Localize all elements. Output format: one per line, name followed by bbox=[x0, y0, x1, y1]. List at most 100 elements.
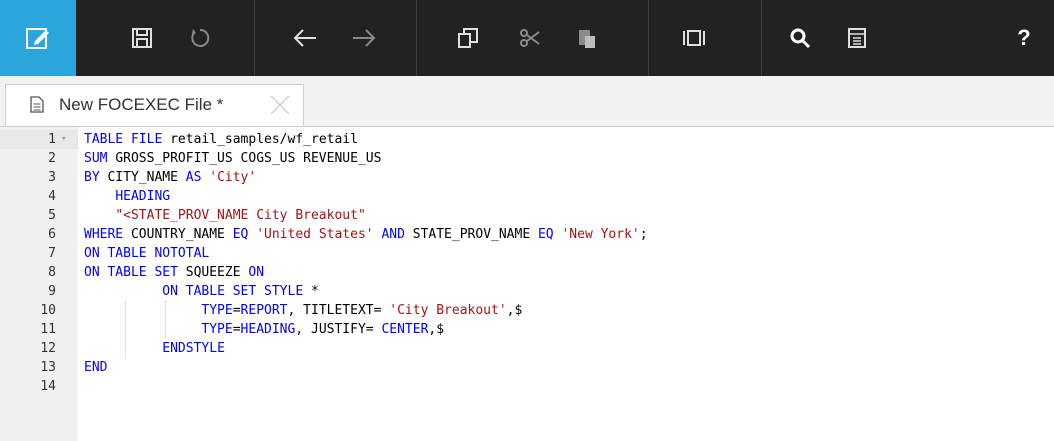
code-text: WHERE COUNTRY_NAME EQ 'United States' AN… bbox=[84, 225, 648, 244]
code-token: = bbox=[232, 303, 241, 318]
file-icon bbox=[30, 96, 44, 113]
toolbar: ? bbox=[0, 0, 1054, 76]
code-token: GROSS_PROFIT_US COGS_US REVENUE_US bbox=[115, 151, 382, 166]
string-token: 'New York' bbox=[561, 227, 640, 242]
code-text: ON TABLE NOTOTAL bbox=[84, 244, 209, 263]
code-token: SQUEEZE bbox=[185, 265, 241, 280]
keyword-token: ON TABLE SET STYLE bbox=[162, 284, 304, 299]
code-line[interactable]: 11 TYPE=HEADING, JUSTIFY= CENTER,$ bbox=[0, 320, 1054, 339]
code-line[interactable]: 14 bbox=[0, 377, 1054, 396]
string-token: 'City' bbox=[209, 170, 257, 185]
indent-guide bbox=[125, 301, 127, 358]
code-line[interactable]: 3 BY CITY_NAME AS 'City' bbox=[0, 168, 1054, 187]
keyword-token: SUM bbox=[84, 151, 108, 166]
search-icon[interactable] bbox=[778, 0, 822, 76]
code-text: ON TABLE SET STYLE * bbox=[84, 282, 319, 301]
toolbar-divider bbox=[648, 0, 649, 76]
code-text: TYPE=HEADING, JUSTIFY= CENTER,$ bbox=[84, 320, 444, 339]
line-number: 12 bbox=[40, 341, 56, 356]
line-number: 11 bbox=[40, 322, 56, 337]
keyword-token: CENTER bbox=[381, 322, 429, 337]
keyword-token: HEADING bbox=[240, 322, 296, 337]
line-number: 14 bbox=[40, 379, 56, 394]
code-text: END bbox=[84, 358, 107, 377]
line-number: 2 bbox=[48, 151, 56, 166]
keyword-token: EQ bbox=[537, 227, 554, 242]
code-line[interactable]: 8 ON TABLE SET SQUEEZE ON bbox=[0, 263, 1054, 282]
code-line[interactable]: 13 END bbox=[0, 358, 1054, 377]
code-line[interactable]: 6 WHERE COUNTRY_NAME EQ 'United States' A… bbox=[0, 225, 1054, 244]
back-arrow-icon[interactable] bbox=[283, 0, 327, 76]
code-line[interactable]: 12 ENDSTYLE bbox=[0, 339, 1054, 358]
code-text: ON TABLE SET SQUEEZE ON bbox=[84, 263, 264, 282]
keyword-token: WHERE bbox=[84, 227, 124, 242]
undo-icon[interactable] bbox=[178, 0, 222, 76]
report-icon[interactable] bbox=[835, 0, 879, 76]
code-text: "<STATE_PROV_NAME City Breakout" bbox=[84, 206, 366, 225]
keyword-token: TABLE FILE bbox=[84, 132, 163, 147]
close-icon[interactable] bbox=[269, 94, 291, 116]
code-text: TABLE FILE retail_samples/wf_retail bbox=[84, 130, 358, 149]
code-line[interactable]: 4 HEADING bbox=[0, 187, 1054, 206]
keyword-token: ON TABLE SET bbox=[84, 265, 178, 280]
keyword-token: ENDSTYLE bbox=[162, 341, 225, 356]
line-number: 9 bbox=[48, 284, 56, 299]
keyword-token: BY bbox=[84, 170, 100, 185]
code-editor[interactable]: 1 ▾ TABLE FILE retail_samples/wf_retail 2 SU… bbox=[0, 127, 1054, 441]
keyword-token: ON TABLE NOTOTAL bbox=[84, 246, 210, 261]
code-token: * bbox=[311, 284, 319, 299]
line-number: 3 bbox=[48, 170, 56, 185]
keyword-token: END bbox=[84, 360, 108, 375]
toolbar-divider bbox=[254, 0, 255, 76]
edit-icon[interactable] bbox=[0, 0, 76, 76]
keyword-token: REPORT bbox=[240, 303, 288, 318]
code-token: , TITLETEXT= bbox=[287, 303, 382, 318]
code-line[interactable]: 1 ▾ TABLE FILE retail_samples/wf_retail bbox=[0, 130, 358, 149]
indent-guide bbox=[165, 301, 167, 339]
line-number: 1 bbox=[48, 132, 56, 147]
keyword-token: AS bbox=[185, 170, 202, 185]
copy-icon[interactable] bbox=[446, 0, 490, 76]
code-token: , JUSTIFY= bbox=[295, 322, 374, 337]
line-number: 7 bbox=[48, 246, 56, 261]
code-token: COUNTRY_NAME bbox=[130, 227, 225, 242]
code-token: ,$ bbox=[506, 303, 523, 318]
tab-new-focexec-file[interactable]: New FOCEXEC File * bbox=[5, 84, 304, 126]
keyword-token: HEADING bbox=[115, 189, 171, 204]
code-line[interactable]: 9 ON TABLE SET STYLE * bbox=[0, 282, 1054, 301]
line-number: 6 bbox=[48, 227, 56, 242]
panel-icon[interactable] bbox=[672, 0, 716, 76]
tab-strip: New FOCEXEC File * bbox=[0, 76, 1054, 127]
code-token: retail_samples/wf_retail bbox=[170, 132, 358, 147]
code-line[interactable]: 2 SUM GROSS_PROFIT_US COGS_US REVENUE_US bbox=[0, 149, 1054, 168]
keyword-token: EQ bbox=[232, 227, 249, 242]
line-number: 13 bbox=[40, 360, 56, 375]
cut-icon[interactable] bbox=[508, 0, 552, 76]
code-line[interactable]: 10 TYPE=REPORT, TITLETEXT= 'City Breakou… bbox=[0, 301, 1054, 320]
fold-toggle-icon[interactable]: ▾ bbox=[61, 130, 66, 149]
code-text: HEADING bbox=[84, 187, 170, 206]
paste-icon[interactable] bbox=[565, 0, 609, 76]
string-token: 'United States' bbox=[256, 227, 374, 242]
line-number: 10 bbox=[40, 303, 56, 318]
code-line[interactable]: 5 "<STATE_PROV_NAME City Breakout" bbox=[0, 206, 1054, 225]
code-text: TYPE=REPORT, TITLETEXT= 'City Breakout',… bbox=[84, 301, 522, 320]
code-text: ENDSTYLE bbox=[84, 339, 225, 358]
code-text: SUM GROSS_PROFIT_US COGS_US REVENUE_US bbox=[84, 149, 381, 168]
string-token: "<STATE_PROV_NAME City Breakout" bbox=[115, 208, 366, 223]
code-line[interactable]: 7 ON TABLE NOTOTAL bbox=[0, 244, 1054, 263]
keyword-token: TYPE bbox=[201, 303, 233, 318]
forward-arrow-icon[interactable] bbox=[342, 0, 386, 76]
save-icon[interactable] bbox=[120, 0, 164, 76]
code-token: CITY_NAME bbox=[107, 170, 178, 185]
toolbar-divider bbox=[416, 0, 417, 76]
help-icon[interactable]: ? bbox=[1004, 0, 1044, 76]
line-number: 5 bbox=[48, 208, 56, 223]
keyword-token: TYPE bbox=[201, 322, 233, 337]
code-token: ; bbox=[639, 227, 648, 242]
keyword-token: ON bbox=[248, 265, 265, 280]
line-number: 8 bbox=[48, 265, 56, 280]
code-token: STATE_PROV_NAME bbox=[412, 227, 531, 242]
code-token: = bbox=[232, 322, 241, 337]
code-text: BY CITY_NAME AS 'City' bbox=[84, 168, 256, 187]
